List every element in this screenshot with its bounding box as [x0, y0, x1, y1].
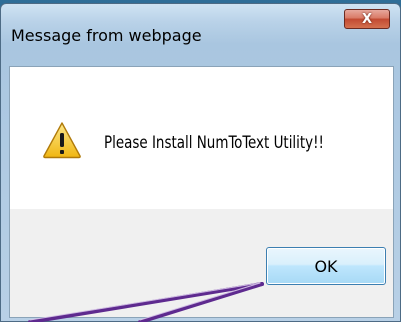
dialog-titlebar[interactable]: Message from webpage X — [1, 4, 400, 60]
warning-icon — [43, 122, 81, 159]
dialog-client-area: Please Install NumToText Utility!! OK — [9, 66, 394, 318]
close-button[interactable]: X — [344, 9, 390, 29]
ok-button-label: OK — [314, 256, 338, 276]
ok-button[interactable]: OK — [266, 247, 386, 285]
close-icon: X — [361, 11, 373, 27]
dialog-title: Message from webpage — [11, 26, 202, 45]
message-panel: Please Install NumToText Utility!! — [10, 67, 393, 209]
dialog-message: Please Install NumToText Utility!! — [104, 133, 324, 153]
message-dialog: Message from webpage X Please Install Nu… — [0, 3, 401, 322]
